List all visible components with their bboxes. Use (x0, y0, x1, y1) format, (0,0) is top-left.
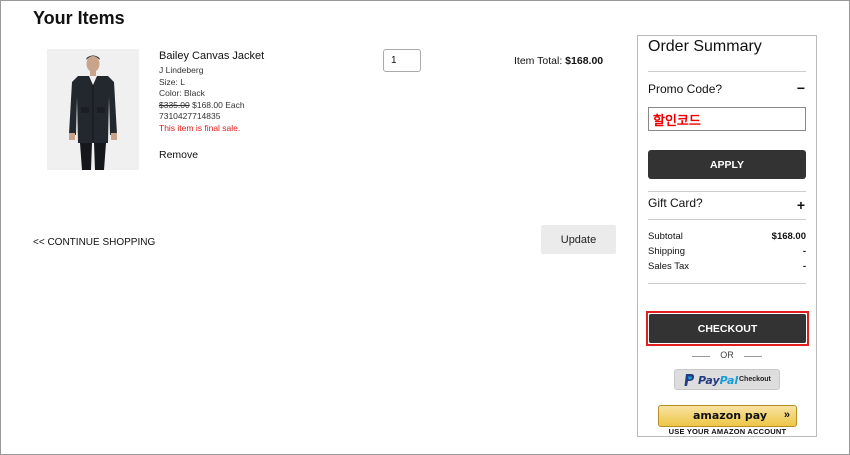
expand-icon[interactable]: + (797, 197, 805, 213)
item-total-label: Item Total: (514, 55, 563, 67)
item-name[interactable]: Bailey Canvas Jacket (159, 50, 359, 62)
order-summary-title: Order Summary (648, 38, 762, 55)
original-price: $335.00 (159, 99, 190, 110)
shipping-label: Shipping (648, 246, 685, 257)
page-title: Your Items (33, 8, 125, 28)
shipping-value: - (802, 246, 806, 257)
promo-code-label[interactable]: Promo Code? (648, 82, 722, 96)
subtotal-row: Subtotal $168.00 (648, 231, 806, 242)
item-details: Bailey Canvas Jacket J Lindeberg Size: L… (159, 50, 359, 134)
or-line-right (744, 356, 762, 357)
divider (648, 71, 806, 72)
shipping-row: Shipping - (648, 246, 806, 257)
update-button[interactable]: Update (541, 225, 616, 254)
item-sku: 7310427714835 (159, 111, 221, 121)
jacket-model-photo (47, 49, 139, 170)
item-color: Color: Black (159, 88, 205, 98)
subtotal-value: $168.00 (771, 231, 806, 242)
checkout-button[interactable]: CHECKOUT (649, 314, 806, 343)
amazon-pay-wordmark: amazon pay (693, 409, 768, 422)
item-size: Size: L (159, 76, 185, 87)
continue-shopping-link[interactable]: << CONTINUE SHOPPING (33, 237, 155, 248)
divider (648, 283, 806, 284)
remove-link[interactable]: Remove (159, 149, 198, 161)
or-label: OR (720, 350, 734, 360)
paypal-wordmark: PayPal (698, 374, 738, 387)
paypal-word-pay: Pay (698, 374, 720, 387)
item-price: $335.00 $168.00 Each (159, 100, 359, 112)
amazon-pay-button[interactable]: amazon pay » (658, 405, 797, 427)
subtotal-label: Subtotal (648, 231, 683, 242)
sale-price: $168.00 Each (192, 99, 245, 110)
apply-button[interactable]: APPLY (648, 150, 806, 179)
amazon-pay-subtitle: USE YOUR AMAZON ACCOUNT (668, 427, 787, 436)
paypal-logo-icon (684, 374, 695, 386)
paypal-checkout-label: Checkout (739, 376, 771, 383)
order-summary-panel: Order Summary Promo Code? − APPLY Gift C… (637, 35, 817, 437)
promo-code-input[interactable] (648, 107, 806, 131)
divider (648, 219, 806, 220)
paypal-checkout-button[interactable]: PayPal Checkout (674, 369, 780, 390)
item-brand: J Lindeberg (159, 65, 204, 75)
or-separator: OR (692, 350, 762, 362)
final-sale-note: This item is final sale. (159, 122, 241, 133)
amazon-arrow-icon: » (783, 409, 790, 421)
sales-tax-row: Sales Tax - (648, 261, 806, 272)
collapse-icon[interactable]: − (797, 80, 805, 96)
item-total-value: $168.00 (565, 55, 604, 67)
paypal-word-pal: Pal (719, 374, 739, 387)
sales-tax-label: Sales Tax (648, 261, 690, 272)
item-total: Item Total: $168.00 (514, 55, 603, 67)
product-image[interactable] (47, 49, 139, 170)
sales-tax-value: - (802, 261, 806, 272)
divider (648, 191, 806, 192)
quantity-input[interactable] (383, 49, 421, 72)
gift-card-label[interactable]: Gift Card? (648, 196, 703, 210)
